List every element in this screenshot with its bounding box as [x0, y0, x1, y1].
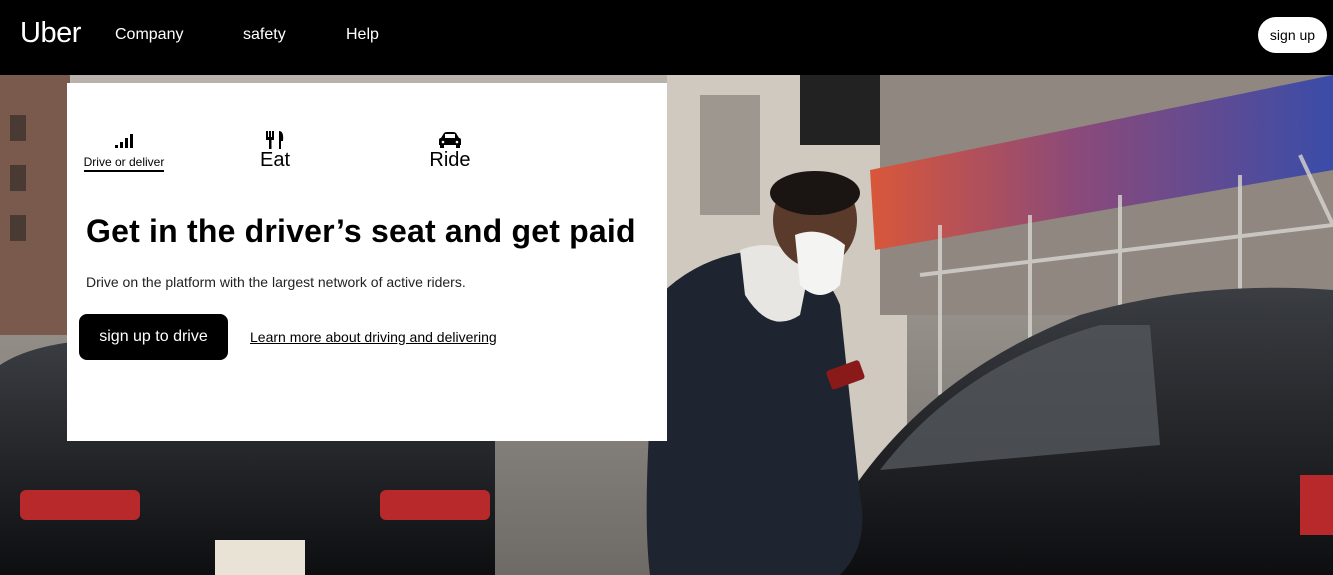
nav-link-help[interactable]: Help: [346, 26, 379, 44]
fork-knife-icon: [266, 131, 284, 149]
tab-drive-or-deliver[interactable]: Drive or deliver: [83, 131, 165, 172]
nav-link-safety[interactable]: safety: [243, 26, 286, 44]
learn-more-driving-link[interactable]: Learn more about driving and delivering: [250, 329, 497, 345]
tab-label: Eat: [259, 149, 291, 171]
hero-card: Drive or deliver Eat Ride Get in the dri…: [67, 83, 667, 441]
tab-label: Ride: [429, 149, 471, 171]
hero-subtext: Drive on the platform with the largest n…: [86, 274, 466, 290]
sign-up-to-drive-button[interactable]: sign up to drive: [79, 314, 228, 360]
car-icon: [439, 132, 461, 148]
nav-link-company[interactable]: Company: [115, 26, 183, 44]
sign-up-button[interactable]: sign up: [1258, 17, 1327, 53]
hero-headline: Get in the driver’s seat and get paid: [86, 213, 636, 249]
tab-label: Drive or deliver: [83, 155, 165, 172]
tab-ride[interactable]: Ride: [425, 129, 475, 172]
signal-bars-icon: [115, 134, 133, 148]
top-nav: Uber Company safety Help sign up: [0, 0, 1333, 75]
uber-logo[interactable]: Uber: [20, 17, 81, 50]
tab-eat[interactable]: Eat: [255, 129, 295, 172]
